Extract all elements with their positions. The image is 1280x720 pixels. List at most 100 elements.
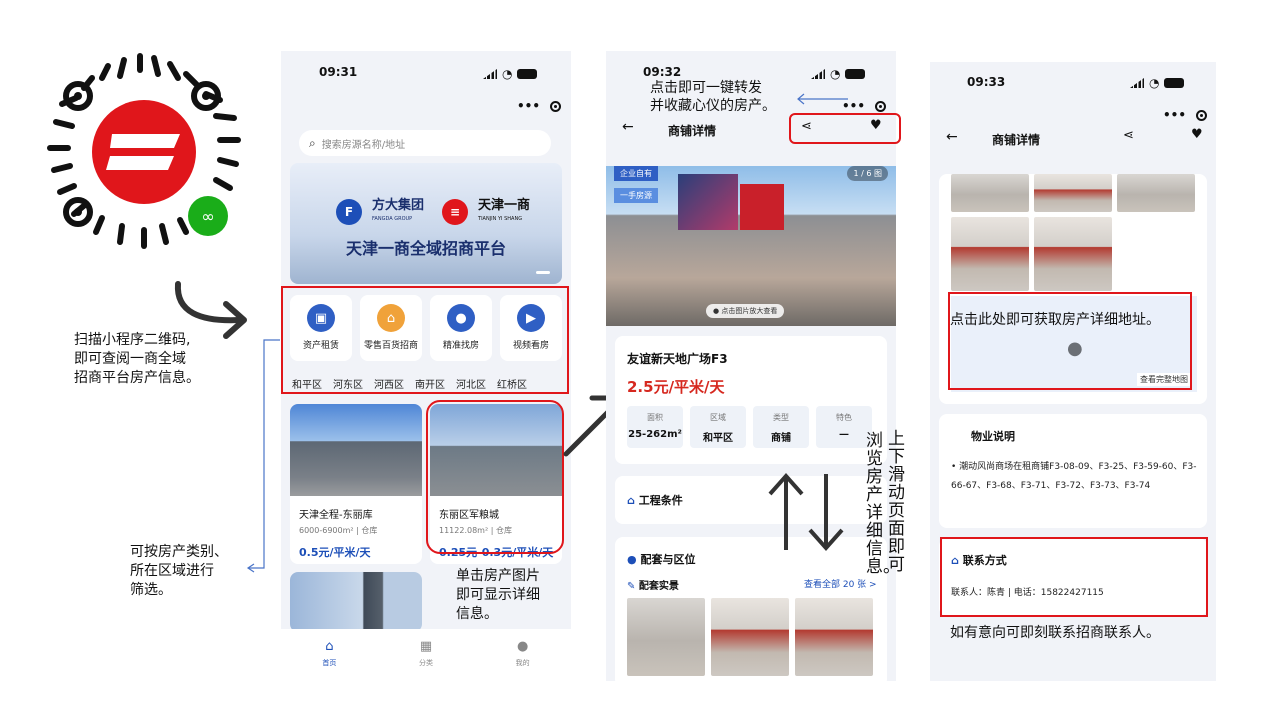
pencil-icon: ✎: [627, 581, 636, 592]
banner-logos: F 方大集团 FANGDA GROUP ≡ 天津一商 TIANJIN YI SHAN…: [336, 199, 530, 225]
svg-text:∞: ∞: [201, 207, 214, 226]
tab-home[interactable]: ⌂ 首页: [299, 639, 359, 681]
status-icons: ◔: [811, 67, 866, 81]
caption-share: 点击即可一键转发 并收藏心仪的房产。: [650, 80, 776, 114]
battery-icon: [517, 69, 538, 79]
yishang-logo-icon: ≡: [442, 199, 469, 225]
battery-icon: [1164, 78, 1185, 88]
engineering-title: ⌂ 工程条件: [627, 494, 683, 507]
status-time: 09:32: [643, 65, 682, 79]
signal-icon: [1130, 78, 1144, 88]
qr-code-icon: ∞: [47, 53, 241, 249]
scroll-arrows-icon: [768, 472, 844, 552]
property-card[interactable]: [290, 572, 422, 632]
caption-address: 点击此处即可获取房产详细地址。: [950, 312, 1160, 328]
facility-photo[interactable]: [951, 174, 1029, 212]
more-icon[interactable]: •••: [1163, 108, 1186, 122]
favorite-heart-icon[interactable]: ♥: [1191, 127, 1203, 142]
home-icon: ⌂: [627, 494, 635, 507]
highlight-contact: [940, 537, 1208, 617]
property-desc-card: 物业说明 • 潮动风尚商场在租商铺F3-08-09、F3-25、F3-59-60…: [939, 414, 1207, 528]
tag-enterprise: 企业自有: [614, 166, 658, 181]
facility-photo[interactable]: [711, 598, 789, 676]
facility-photo[interactable]: [1034, 217, 1112, 291]
caption-contact: 如有意向可即刻联系招商联系人。: [950, 625, 1160, 641]
status-time: 09:33: [967, 75, 1006, 89]
user-icon: ●: [516, 639, 529, 654]
tab-category[interactable]: ▦ 分类: [396, 639, 456, 681]
caption-filter: 可按房产类别、 所在区域进行 筛选。: [130, 544, 228, 598]
close-mini-program-icon[interactable]: [875, 100, 887, 112]
tab-bar: ⌂ 首页 ▦ 分类 ● 我的: [281, 629, 571, 681]
mini-program-capsule[interactable]: •••: [1163, 108, 1208, 122]
facility-photo[interactable]: [951, 217, 1029, 291]
phone-detail-screen: 09:32 ◔ ••• ← 商铺详情 ⋖ ♥ 企业自有 一手房源 1 / 6 图…: [606, 51, 896, 681]
property-sub: 6000-6900m² | 仓库: [299, 526, 378, 535]
battery-icon: [845, 69, 866, 79]
status-icons: ◔: [1130, 76, 1185, 90]
facility-photo[interactable]: [795, 598, 873, 676]
banner-indicator: [536, 271, 550, 274]
mini-program-capsule[interactable]: •••: [517, 99, 562, 113]
tag-firsthand: 一手房源: [614, 188, 658, 203]
caption-click-image: 单击房产图片 即可显示详细 信息。: [456, 568, 540, 622]
info-area: 面积 25-262m²: [627, 406, 683, 448]
back-arrow-icon[interactable]: ←: [622, 119, 634, 135]
caption-scan: 扫描小程序二维码, 即可查阅一商全域 招商平台房产信息。: [74, 332, 200, 386]
banner[interactable]: F 方大集团 FANGDA GROUP ≡ 天津一商 TIANJIN YI SHAN…: [290, 163, 562, 284]
signal-icon: [811, 69, 825, 79]
fangda-logo-icon: F: [336, 199, 362, 225]
status-icons: ◔: [483, 67, 538, 81]
more-icon[interactable]: •••: [517, 99, 540, 113]
info-district: 区域 和平区: [690, 406, 746, 448]
property-image[interactable]: [290, 404, 422, 496]
property-price: 0.5元/平米/天: [299, 546, 371, 559]
highlight-property: [426, 400, 564, 554]
property-hero-image[interactable]: 企业自有 一手房源 1 / 6 图 ● 点击图片放大查看: [606, 166, 896, 326]
property-price: 2.5元/平米/天: [627, 378, 725, 396]
signal-icon: [483, 69, 497, 79]
highlight-address: [948, 292, 1192, 390]
banner-headline: 天津一商全域招商平台: [345, 239, 506, 258]
highlight-categories: [281, 286, 569, 394]
back-arrow-icon[interactable]: ←: [946, 129, 958, 145]
facility-photo[interactable]: [627, 598, 705, 676]
search-input[interactable]: ⌕ 搜索房源名称/地址: [299, 130, 551, 156]
property-title: 天津全程-东丽库: [299, 510, 373, 521]
wifi-icon: ◔: [502, 67, 513, 81]
property-name: 友谊新天地广场F3: [627, 352, 728, 366]
facility-photo[interactable]: [1117, 174, 1195, 212]
property-image[interactable]: [290, 572, 422, 632]
billboard: [678, 174, 738, 230]
property-desc-title: 物业说明: [971, 430, 1015, 443]
photos-title: ✎ 配套实景: [627, 581, 679, 592]
property-desc-text: • 潮动风尚商场在租商铺F3-08-09、F3-25、F3-59-60、F3-6…: [951, 462, 1197, 491]
facilities-title: ● 配套与区位: [627, 553, 696, 566]
home-icon: ⌂: [325, 639, 334, 654]
location-pin-icon: ●: [713, 307, 720, 315]
property-summary-card: 友谊新天地广场F3 2.5元/平米/天 面积 25-262m² 区域 和平区 类型商…: [615, 336, 887, 464]
search-icon: ⌕: [309, 135, 316, 150]
zoom-hint[interactable]: ● 点击图片放大查看: [706, 304, 785, 318]
see-all-link[interactable]: 查看全部 20 张 >: [804, 577, 877, 590]
page-title: 商铺详情: [992, 133, 1041, 147]
wifi-icon: ◔: [1149, 76, 1160, 90]
info-feature: 特色 —: [816, 406, 872, 448]
tab-mine[interactable]: ● 我的: [493, 639, 553, 681]
search-placeholder: 搜索房源名称/地址: [321, 139, 406, 151]
facility-photo[interactable]: [1034, 174, 1112, 212]
highlight-share-favorite: [789, 113, 901, 144]
grid-icon: ▦: [419, 639, 433, 654]
location-pin-icon: ●: [627, 553, 637, 566]
billboard: [740, 184, 784, 230]
wifi-icon: ◔: [830, 67, 841, 81]
property-card[interactable]: 天津全程-东丽库 6000-6900m² | 仓库 0.5元/平米/天: [290, 404, 422, 564]
close-mini-program-icon[interactable]: [550, 100, 562, 112]
facilities-section: ● 配套与区位 ✎ 配套实景 查看全部 20 张 >: [615, 537, 887, 681]
thin-arrow-icon: [797, 93, 848, 105]
share-icon[interactable]: ⋖: [1123, 128, 1134, 143]
info-type: 类型 商铺: [753, 406, 809, 448]
close-mini-program-icon[interactable]: [1196, 109, 1208, 121]
status-time: 09:31: [319, 65, 358, 79]
page-title: 商铺详情: [668, 124, 717, 138]
